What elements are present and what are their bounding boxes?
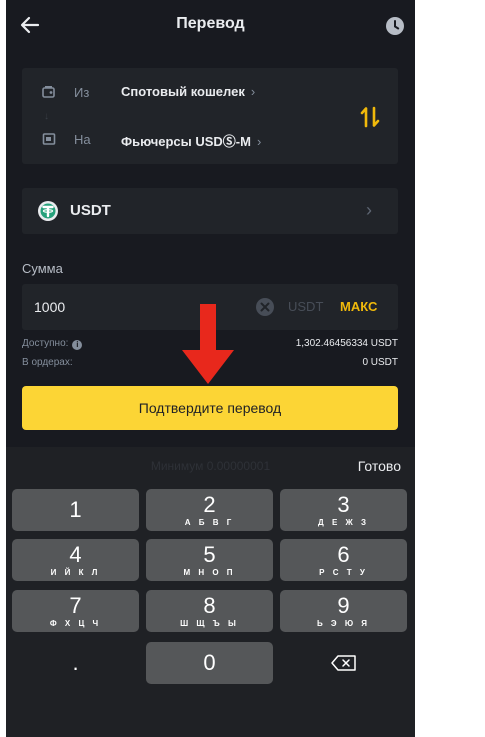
chevron-right-icon: › xyxy=(366,200,372,220)
arrow-down-icon: ↓ xyxy=(44,111,49,122)
in-orders-value: 0 USDT xyxy=(362,357,398,368)
to-value: Фьючерсы USDⓈ-M › xyxy=(121,134,262,149)
max-button[interactable]: МАКС xyxy=(340,299,377,314)
transfer-direction-card: Из Спотовый кошелек › ↓ На Фьючерсы USDⓈ-… xyxy=(22,68,398,164)
futures-wallet-icon xyxy=(42,133,56,145)
amount-input[interactable]: 1000 xyxy=(34,299,65,315)
coin-name: USDT xyxy=(70,202,111,219)
amount-label: Сумма xyxy=(22,261,63,276)
done-button[interactable]: Готово xyxy=(358,458,401,474)
key-8[interactable]: 8Ш Щ Ъ Ы xyxy=(146,590,273,632)
key-1[interactable]: 1 xyxy=(12,489,139,531)
available-value: 1,302.46456334 USDT xyxy=(295,338,398,349)
transfer-screen: Перевод Из Спотовый кошелек › ↓ На Фьючер… xyxy=(6,0,415,737)
chevron-right-icon: › xyxy=(256,134,262,149)
key-7[interactable]: 7Ф Х Ц Ч xyxy=(12,590,139,632)
wallet-icon xyxy=(42,86,55,98)
tether-icon xyxy=(38,201,58,221)
backspace-key[interactable] xyxy=(280,642,407,684)
from-label: Из xyxy=(74,85,90,100)
confirm-transfer-button[interactable]: Подтвердите перевод xyxy=(22,386,398,430)
page-title: Перевод xyxy=(176,15,245,32)
annotation-arrow-icon xyxy=(182,304,234,384)
from-wallet-row[interactable]: Из Спотовый кошелек › xyxy=(22,81,352,105)
key-decimal[interactable]: . xyxy=(12,642,139,684)
header: Перевод xyxy=(6,0,415,52)
clock-icon[interactable] xyxy=(385,16,405,36)
keyboard-toolbar: Минимум 0.00000001 Готово xyxy=(6,447,415,485)
chevron-right-icon: › xyxy=(250,84,256,99)
info-icon[interactable]: i xyxy=(72,340,83,350)
key-5[interactable]: 5М Н О П xyxy=(146,539,273,581)
key-6[interactable]: 6Р С Т У xyxy=(280,539,407,581)
key-2[interactable]: 2А Б В Г xyxy=(146,489,273,531)
key-0[interactable]: 0 xyxy=(146,642,273,684)
from-value: Спотовый кошелек › xyxy=(121,84,256,99)
coin-selector[interactable]: USDT › xyxy=(22,188,398,234)
in-orders-label: В ордерах: xyxy=(22,357,73,368)
backspace-icon xyxy=(330,655,356,671)
minimum-hint: Минимум 0.00000001 xyxy=(150,459,271,473)
to-wallet-row[interactable]: На Фьючерсы USDⓈ-M › xyxy=(22,128,352,152)
key-3[interactable]: 3Д Е Ж З xyxy=(280,489,407,531)
amount-unit: USDT xyxy=(288,299,324,314)
numeric-keyboard: Минимум 0.00000001 Готово 1 2А Б В Г 3Д … xyxy=(6,447,415,737)
clear-icon[interactable] xyxy=(255,297,275,317)
to-label: На xyxy=(74,132,91,147)
key-9[interactable]: 9Ь Э Ю Я xyxy=(280,590,407,632)
available-label: Доступно: xyxy=(22,338,69,349)
swap-vertical-icon[interactable] xyxy=(360,106,380,128)
key-4[interactable]: 4И Й К Л xyxy=(12,539,139,581)
